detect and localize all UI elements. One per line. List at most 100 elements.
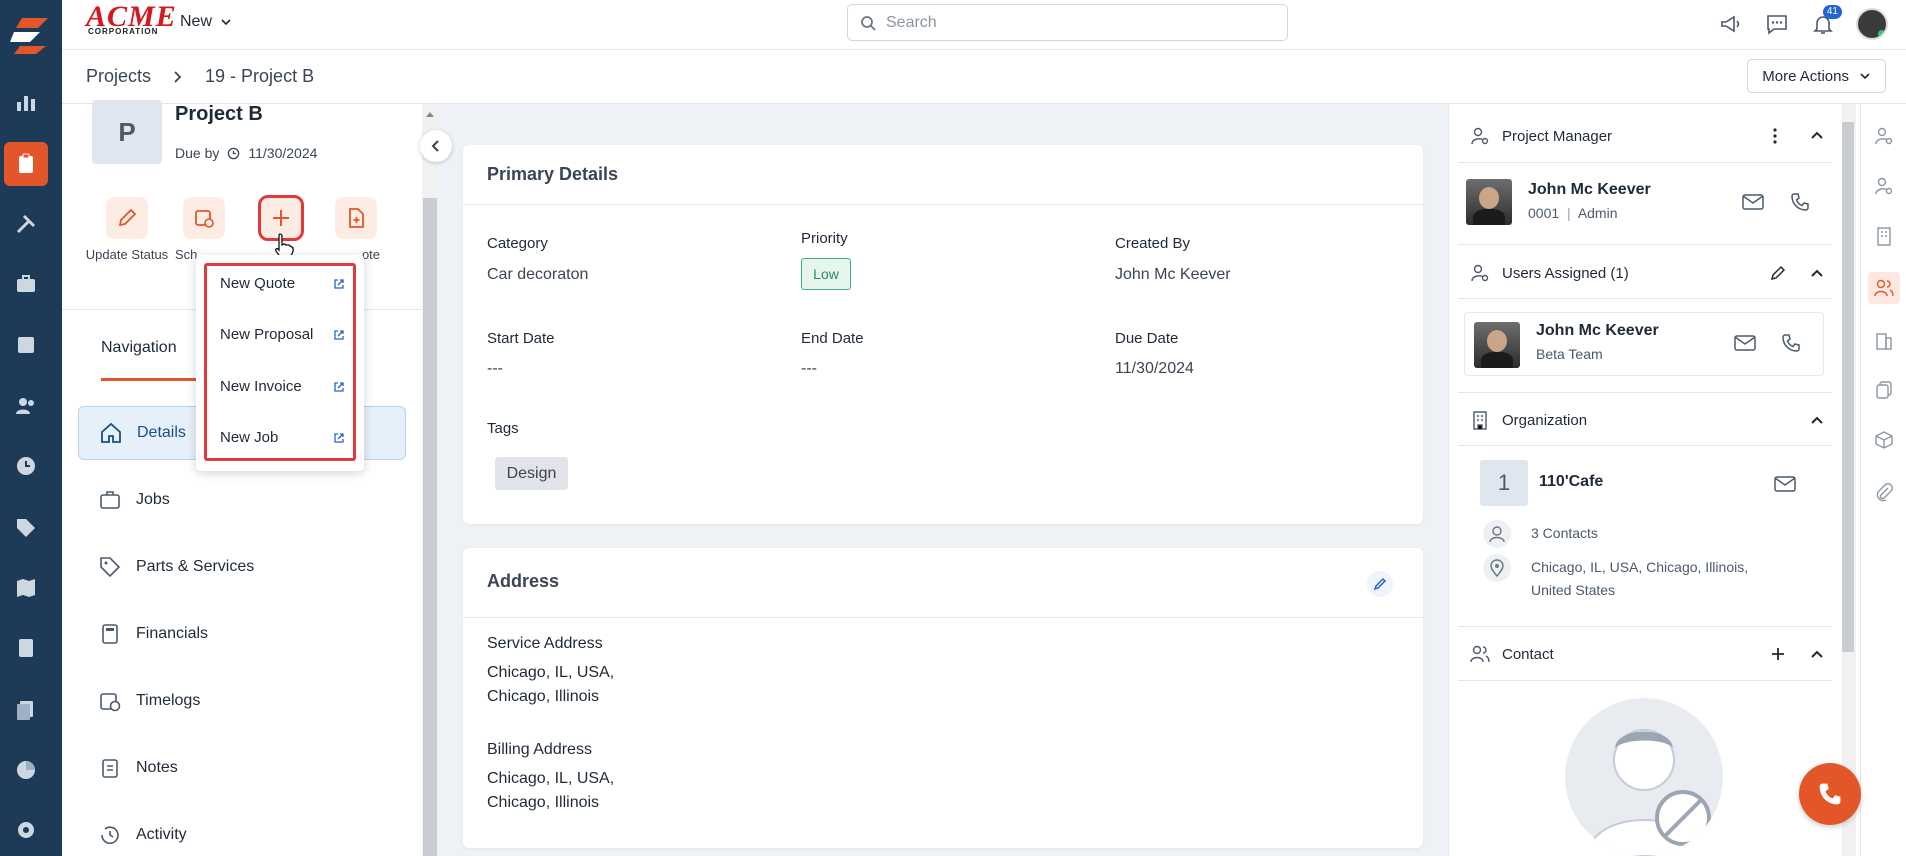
calculator-icon[interactable] <box>4 626 48 670</box>
external-link-icon <box>334 278 344 289</box>
nav-item-financials[interactable]: Financials <box>78 607 406 661</box>
phone-icon[interactable] <box>1790 192 1810 212</box>
tag-chip[interactable]: Design <box>495 457 568 490</box>
card-separator <box>463 204 1423 205</box>
clock-icon[interactable] <box>4 444 48 488</box>
nav-item-activity[interactable]: Activity <box>78 808 406 856</box>
history-icon <box>101 826 119 845</box>
briefcase-icon[interactable] <box>4 262 48 306</box>
primary-details-title: Primary Details <box>487 164 619 184</box>
settings-gear-icon[interactable] <box>4 808 48 852</box>
organization-title: Organization <box>1502 411 1588 429</box>
new-menu-button[interactable]: New <box>180 13 232 31</box>
plus-icon[interactable] <box>1770 646 1786 662</box>
assigned-user-name[interactable]: John Mc Keever <box>1536 322 1659 340</box>
home-icon <box>101 422 121 443</box>
billing-address-line2: Chicago, Illinois <box>487 794 600 811</box>
search-box[interactable] <box>847 4 1288 41</box>
manager-meta: 0001 | Admin <box>1528 205 1618 221</box>
edit-address-button[interactable] <box>1367 571 1393 597</box>
nav-item-label: Activity <box>136 826 187 843</box>
projects-icon[interactable] <box>4 142 48 186</box>
documents-icon[interactable] <box>4 688 48 732</box>
tools-icon[interactable] <box>4 202 48 246</box>
service-address-label: Service Address <box>487 635 603 652</box>
project-avatar: P <box>92 100 162 164</box>
clock-icon <box>228 147 240 159</box>
chat-icon[interactable] <box>1764 11 1790 37</box>
menu-item-label: New Invoice <box>220 378 302 395</box>
schedule-action[interactable]: Sch <box>159 197 225 262</box>
menu-item-new-job[interactable]: New Job <box>220 429 345 446</box>
user-gear-icon[interactable] <box>1868 170 1900 202</box>
more-actions-button[interactable]: More Actions <box>1747 59 1886 93</box>
app-logo-icon[interactable] <box>8 12 54 56</box>
user-gear-icon[interactable] <box>1868 120 1900 152</box>
calendar-icon[interactable] <box>4 322 48 366</box>
bell-icon[interactable]: 41 <box>1810 5 1842 37</box>
card-separator <box>463 617 1423 618</box>
section-divider <box>1458 298 1832 299</box>
chevron-up-icon[interactable] <box>1810 268 1824 278</box>
left-scrollbar-thumb[interactable] <box>423 198 437 856</box>
mail-icon[interactable] <box>1774 476 1796 492</box>
priority-badge: Low <box>801 258 851 290</box>
map-icon[interactable] <box>4 566 48 610</box>
menu-item-new-quote[interactable]: New Quote <box>220 275 345 292</box>
nav-item-label: Parts & Services <box>136 558 255 575</box>
nav-item-jobs[interactable]: Jobs <box>78 473 406 527</box>
search-icon <box>861 15 876 31</box>
scroll-up-icon[interactable] <box>425 110 435 118</box>
manager-id: 0001 <box>1528 205 1560 221</box>
user-avatar[interactable] <box>1856 8 1888 40</box>
mail-icon[interactable] <box>1742 194 1764 210</box>
phone-icon[interactable] <box>1781 333 1801 353</box>
primary-details-card: Primary Details <box>463 145 1423 524</box>
chevron-up-icon[interactable] <box>1810 130 1824 140</box>
end-date-value: --- <box>801 360 817 377</box>
chevron-up-icon[interactable] <box>1810 649 1824 659</box>
location-pin-icon <box>1483 554 1511 582</box>
billing-address-label: Billing Address <box>487 741 592 758</box>
organization-name[interactable]: 110'Cafe <box>1539 473 1603 491</box>
organization-contacts[interactable]: 3 Contacts <box>1531 525 1598 541</box>
contacts-person-icon <box>1483 520 1511 548</box>
nav-item-timelogs[interactable]: Timelogs <box>78 674 406 728</box>
building-icon[interactable] <box>1868 220 1900 252</box>
tag-icon[interactable] <box>4 506 48 550</box>
manager-name[interactable]: John Mc Keever <box>1528 181 1651 199</box>
users-icon[interactable] <box>4 384 48 428</box>
organization-address-line2: United States <box>1531 582 1616 598</box>
pie-chart-icon[interactable] <box>4 748 48 792</box>
menu-item-new-invoice[interactable]: New Invoice <box>220 378 345 395</box>
call-button[interactable] <box>1799 763 1861 825</box>
section-divider <box>1458 162 1832 163</box>
organization-header: Organization <box>1470 408 1830 432</box>
created-by-label: Created By <box>1115 235 1191 252</box>
more-vertical-icon[interactable] <box>1772 127 1778 145</box>
buildings-icon[interactable] <box>1868 324 1900 356</box>
pencil-icon[interactable] <box>1770 265 1786 281</box>
nav-item-parts-services[interactable]: Parts & Services <box>78 540 406 594</box>
reports-icon[interactable] <box>4 80 48 124</box>
nav-item-notes[interactable]: Notes <box>78 741 406 795</box>
chevron-up-icon[interactable] <box>1810 415 1824 425</box>
paperclip-icon[interactable] <box>1868 476 1900 508</box>
box-icon[interactable] <box>1868 424 1900 456</box>
mail-icon[interactable] <box>1734 335 1756 351</box>
breadcrumb-projects-link[interactable]: Projects <box>86 66 151 87</box>
created-by-value: John Mc Keever <box>1115 266 1231 283</box>
copy-icon[interactable] <box>1868 374 1900 406</box>
nav-item-label: Jobs <box>136 491 170 508</box>
app-rail <box>0 0 62 856</box>
assigned-user-photo <box>1474 322 1520 368</box>
megaphone-icon[interactable] <box>1718 11 1744 37</box>
users-icon[interactable] <box>1868 272 1900 304</box>
right-scrollbar-thumb[interactable] <box>1842 122 1854 652</box>
collapse-panel-button[interactable] <box>420 130 452 162</box>
add-note-action[interactable]: ote <box>311 197 401 262</box>
menu-item-new-proposal[interactable]: New Proposal <box>220 326 345 343</box>
tab-navigation[interactable]: Navigation <box>101 339 177 357</box>
briefcase-icon <box>100 491 120 509</box>
search-input[interactable] <box>886 13 1266 32</box>
